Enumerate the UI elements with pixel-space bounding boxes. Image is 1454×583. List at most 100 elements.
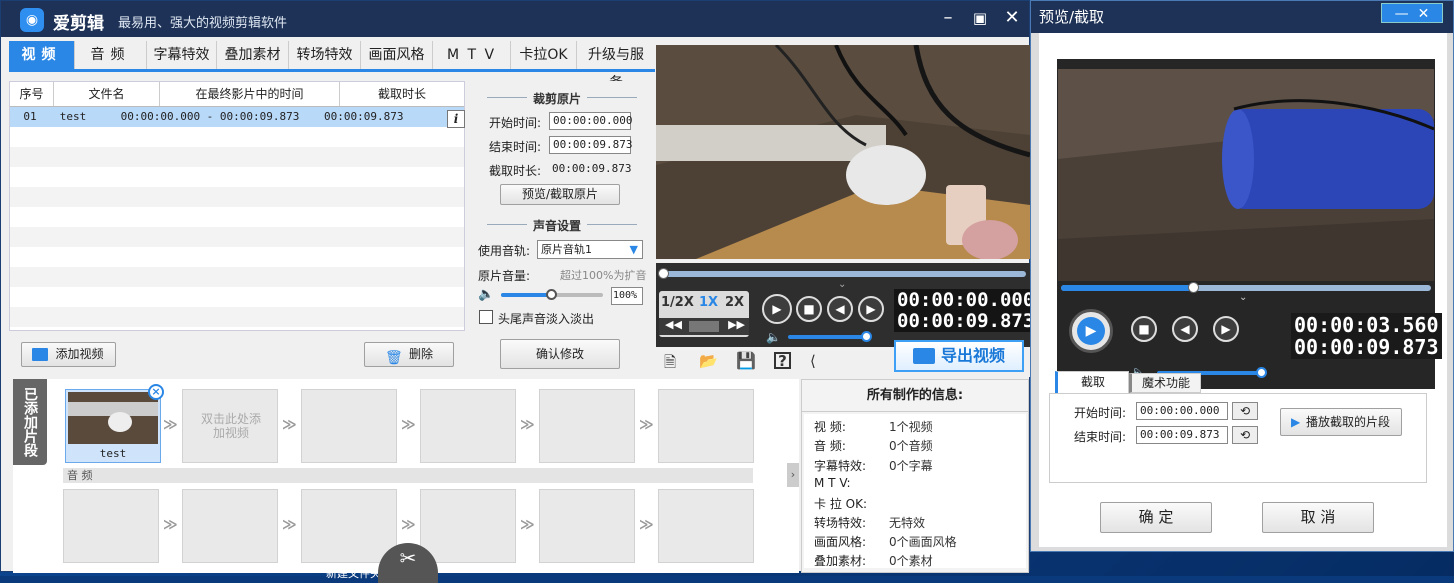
export-button[interactable]: 导出视频 bbox=[894, 340, 1024, 372]
rewind-icon[interactable]: ◀◀ bbox=[665, 318, 682, 331]
set-start-icon[interactable]: ⟲ bbox=[1232, 402, 1258, 420]
tab-subtitles[interactable]: 字幕特效 bbox=[147, 41, 217, 69]
app-logo-icon: ◉ bbox=[20, 8, 44, 32]
tab-cut[interactable]: 截取 bbox=[1055, 371, 1129, 393]
main-window: ◉ 爱剪辑 最易用、强大的视频剪辑软件 – ▣ ✕ 视频 音频 字幕特效 叠加素… bbox=[0, 0, 1038, 583]
tab-upgrade[interactable]: 升级与服务 bbox=[577, 41, 655, 91]
empty-clip-slot[interactable] bbox=[658, 389, 754, 463]
video-table: 序号 文件名 在最终影片中的时间 截取时长 01 test 00:00:00.0… bbox=[9, 81, 465, 331]
audio-slot[interactable] bbox=[182, 489, 278, 563]
info-row: 画面风格: 0个画面风格 bbox=[814, 535, 957, 549]
remove-clip-icon[interactable]: × bbox=[148, 384, 164, 400]
speed-double[interactable]: 2X bbox=[725, 295, 744, 310]
set-end-icon[interactable]: ⟲ bbox=[1232, 426, 1258, 444]
save-icon[interactable]: 💾 bbox=[736, 351, 756, 370]
prev-frame-icon[interactable]: ◀ bbox=[1172, 316, 1198, 342]
close-button[interactable]: ✕ bbox=[1001, 7, 1023, 29]
tab-magic[interactable]: 魔术功能 bbox=[1129, 373, 1201, 393]
open-folder-icon[interactable]: 📂 bbox=[699, 352, 718, 370]
info-row: 转场特效: 无特效 bbox=[814, 516, 926, 530]
prev-frame-icon[interactable]: ◀ bbox=[827, 296, 853, 322]
empty-clip-slot[interactable] bbox=[420, 389, 516, 463]
volume-slider[interactable] bbox=[501, 289, 603, 300]
next-frame-icon[interactable]: ▶ bbox=[858, 296, 884, 322]
volume-input[interactable]: 100% bbox=[611, 287, 643, 305]
audio-slot[interactable] bbox=[539, 489, 635, 563]
help-icon[interactable]: ? bbox=[774, 352, 791, 369]
preview-video[interactable] bbox=[1058, 69, 1434, 281]
minimize-button[interactable]: – bbox=[937, 7, 959, 29]
table-header: 序号 文件名 在最终影片中的时间 截取时长 bbox=[10, 82, 464, 107]
timeline-clip[interactable]: test × bbox=[65, 384, 164, 463]
tab-style[interactable]: 画面风格 bbox=[361, 41, 433, 69]
empty-clip-slot[interactable]: 双击此处添加视频 bbox=[182, 389, 278, 463]
speed-half[interactable]: 1/2X bbox=[661, 295, 694, 310]
info-title: 所有制作的信息: bbox=[802, 380, 1028, 412]
delete-label: 删除 bbox=[408, 347, 433, 361]
audio-slot[interactable] bbox=[63, 489, 159, 563]
stop-icon[interactable]: ■ bbox=[796, 296, 822, 322]
tab-mtv[interactable]: M T V bbox=[433, 41, 511, 69]
timeline: 已添加片段 test × ≫ 双击此处添加视频 ≫ ≫ ≫ ≫ 音 频 ≫ ≫ … bbox=[13, 379, 799, 583]
player-volume-knob[interactable] bbox=[861, 331, 872, 342]
add-video-button[interactable]: 添加视频 bbox=[21, 342, 116, 367]
arrow-icon: ≫ bbox=[520, 417, 535, 433]
audio-slot[interactable] bbox=[658, 489, 754, 563]
new-icon[interactable]: 🗎 bbox=[664, 352, 676, 377]
end-time-input[interactable]: 00:00:09.873 bbox=[549, 136, 632, 154]
preview-volume-knob[interactable] bbox=[1256, 367, 1267, 378]
fade-label: 头尾声音淡入淡出 bbox=[498, 312, 595, 326]
preview-play-button[interactable]: ▶ bbox=[1069, 309, 1113, 353]
cancel-button[interactable]: 取 消 bbox=[1262, 502, 1374, 533]
tab-video[interactable]: 视频 bbox=[9, 41, 75, 69]
ok-button[interactable]: 确 定 bbox=[1100, 502, 1212, 533]
delete-button[interactable]: 🗑 删除 bbox=[364, 342, 454, 367]
empty-clip-slot[interactable] bbox=[301, 389, 397, 463]
start-time-input[interactable]: 00:00:00.000 bbox=[549, 112, 632, 130]
tab-transition[interactable]: 转场特效 bbox=[289, 41, 361, 69]
preview-progress-knob[interactable] bbox=[1188, 282, 1200, 293]
play-cut-button[interactable]: ▶ 播放截取的片段 bbox=[1280, 408, 1402, 436]
collapse-toggle-icon[interactable]: › bbox=[787, 463, 799, 487]
preview-cut-button[interactable]: 预览/截取原片 bbox=[500, 184, 620, 205]
preview-end-input[interactable]: 00:00:09.873 bbox=[1136, 426, 1228, 444]
maximize-button[interactable]: ▣ bbox=[969, 7, 991, 29]
audio-slot[interactable] bbox=[301, 489, 397, 563]
close-button[interactable]: ✕ bbox=[1418, 6, 1430, 22]
play-icon[interactable]: ▶ bbox=[762, 294, 792, 324]
info-row: 音 频: 0个音频 bbox=[814, 439, 933, 453]
fast-forward-icon[interactable]: ▶▶ bbox=[728, 318, 745, 331]
duration-label: 截取时长: bbox=[489, 164, 542, 178]
share-icon[interactable]: ⟨ bbox=[810, 352, 816, 370]
audio-slot[interactable] bbox=[420, 489, 516, 563]
confirm-button[interactable]: 确认修改 bbox=[500, 339, 620, 369]
clip-thumbnail bbox=[68, 392, 158, 444]
track-select[interactable]: 原片音轨1 ▼ bbox=[537, 240, 643, 259]
minimize-button[interactable]: — bbox=[1395, 6, 1409, 22]
video-preview[interactable] bbox=[656, 45, 1030, 259]
volume-knob[interactable] bbox=[546, 289, 557, 300]
chevron-down-icon: ⌄ bbox=[838, 279, 847, 290]
empty-hint: 双击此处添加视频 bbox=[201, 412, 262, 440]
tab-overlay[interactable]: 叠加素材 bbox=[217, 41, 289, 69]
progress-knob[interactable] bbox=[658, 268, 669, 279]
speed-normal[interactable]: 1X bbox=[699, 295, 718, 310]
info-icon[interactable]: i bbox=[447, 110, 465, 128]
video-progress[interactable] bbox=[658, 268, 1026, 279]
empty-clip-slot[interactable] bbox=[539, 389, 635, 463]
stop-icon[interactable]: ■ bbox=[1131, 316, 1157, 342]
next-frame-icon[interactable]: ▶ bbox=[1213, 316, 1239, 342]
added-clips-tab[interactable]: 已添加片段 bbox=[13, 379, 47, 465]
tab-karaoke[interactable]: 卡拉OK bbox=[511, 41, 577, 69]
preview-start-input[interactable]: 00:00:00.000 bbox=[1136, 402, 1228, 420]
jog-wheel[interactable]: ◀◀ ▶▶ bbox=[659, 318, 749, 335]
info-row: 字幕特效: 0个字幕 bbox=[814, 459, 933, 473]
player-volume-slider[interactable] bbox=[788, 331, 872, 342]
row-duration: 00:00:09.873 bbox=[324, 110, 404, 123]
video-frame bbox=[656, 45, 1030, 259]
volume-label: 原片音量: bbox=[478, 269, 531, 283]
fade-checkbox[interactable] bbox=[479, 310, 493, 324]
table-row[interactable]: 01 test 00:00:00.000 - 00:00:09.873 00:0… bbox=[10, 107, 464, 127]
preview-progress[interactable] bbox=[1061, 282, 1431, 293]
tab-audio[interactable]: 音频 bbox=[75, 41, 147, 69]
